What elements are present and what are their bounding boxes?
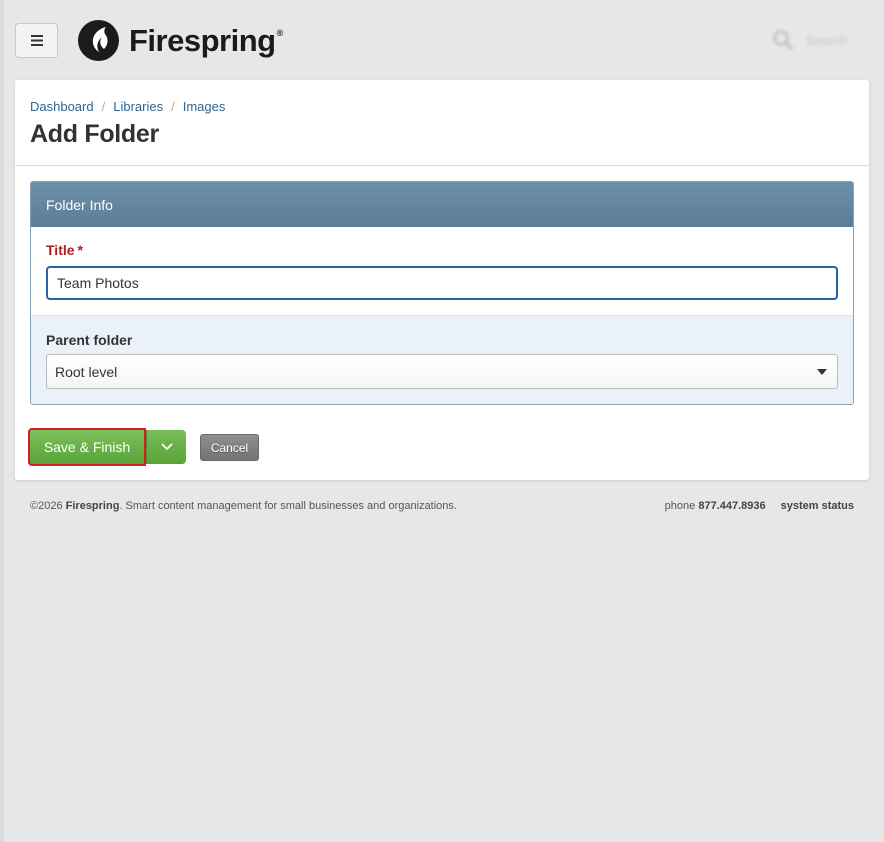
parent-folder-value: Root level <box>55 363 118 380</box>
breadcrumb: Dashboard / Libraries / Images <box>30 99 225 114</box>
title-field-group: Title * <box>31 227 853 316</box>
flame-logo-icon <box>78 19 119 61</box>
search-label: Search <box>806 32 848 48</box>
parent-folder-label: Parent folder <box>46 332 133 348</box>
parent-folder-field-group: Parent folder Root level <box>31 316 853 404</box>
brand-logo[interactable]: Firespring® <box>78 19 283 61</box>
main-card: Dashboard / Libraries / Images Add Folde… <box>15 80 869 480</box>
save-options-dropdown-button[interactable] <box>146 430 186 464</box>
hamburger-icon <box>30 35 43 46</box>
breadcrumb-dashboard[interactable]: Dashboard <box>30 99 94 114</box>
top-header: Firespring® Search <box>0 0 884 80</box>
save-button-group: Save & Finish <box>28 428 186 466</box>
breadcrumb-separator: / <box>171 99 175 114</box>
divider <box>15 165 869 166</box>
footer-company: Firespring <box>65 500 120 512</box>
phone-link[interactable]: 877.447.8936 <box>698 500 765 512</box>
folder-info-panel: Folder Info Title* Parent folder Root le… <box>30 181 854 405</box>
brand-name: Firespring® <box>129 22 283 58</box>
page-title: Add Folder <box>30 120 159 148</box>
caret-down-icon <box>817 369 827 375</box>
breadcrumb-images[interactable]: Images <box>183 99 226 114</box>
footer: ©2026 Firespring. Smart content manageme… <box>30 500 854 512</box>
panel-header: Folder Info <box>31 182 853 227</box>
required-marker: * <box>77 242 83 258</box>
search-area[interactable]: Search <box>772 27 864 53</box>
search-icon <box>773 30 794 51</box>
chevron-down-icon <box>160 443 173 451</box>
cancel-button[interactable]: Cancel <box>200 434 259 461</box>
left-edge <box>0 0 4 842</box>
parent-folder-select[interactable]: Root level <box>46 354 838 389</box>
menu-button[interactable] <box>15 23 58 58</box>
system-status-link[interactable]: system status <box>781 500 854 512</box>
footer-links: phone 877.447.8936 system status <box>665 500 854 512</box>
breadcrumb-separator: / <box>101 99 106 114</box>
save-and-finish-button[interactable]: Save & Finish <box>28 428 146 466</box>
footer-copyright: ©2026 Firespring. Smart content manageme… <box>30 500 457 512</box>
breadcrumb-libraries[interactable]: Libraries <box>113 99 163 114</box>
title-label: Title * <box>46 242 83 258</box>
title-input[interactable] <box>46 266 838 300</box>
footer-phone: phone 877.447.8936 <box>664 500 766 512</box>
